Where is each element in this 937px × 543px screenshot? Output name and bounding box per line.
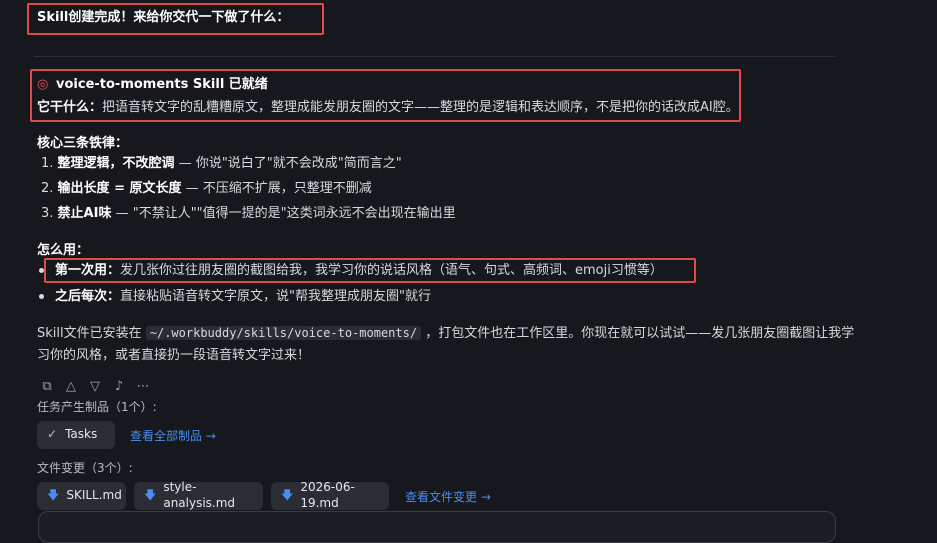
rule-text: — 你说"说白了"就不会改成"简而言之": [174, 156, 402, 171]
rule-number: 3.: [41, 206, 54, 221]
rule-text: — 不压缩不扩展，只整理不删减: [181, 181, 372, 196]
check-circle-icon: ✓: [47, 427, 58, 442]
rule-text: — "不禁让人""值得一提的是"这类词永远不会出现在输出里: [111, 206, 456, 221]
completion-message: Skill创建完成！来给你交代一下做了什么：: [37, 10, 290, 25]
howto-label: 之后每次：: [55, 289, 121, 304]
view-all-artifacts-link[interactable]: 查看全部制品 →: [130, 429, 216, 445]
more-icon[interactable]: ⋯: [136, 379, 150, 396]
download-icon: 🡇: [144, 488, 157, 503]
skill-title: voice-to-moments Skill 已就绪: [56, 77, 268, 92]
howto-text: 发几张你过往朋友圈的截图给我，我学习你的说话风格（语气、句式、高频词、emoji…: [120, 263, 663, 278]
bullet: [39, 268, 44, 273]
rule-item: 3. 禁止AI味 — "不禁让人""值得一提的是"这类词永远不会出现在输出里: [41, 206, 456, 223]
files-label: 文件变更（3个）:: [37, 461, 133, 475]
howto-item-after: 之后每次：直接粘贴语音转文字原文，说"帮我整理成朋友圈"就行: [55, 289, 431, 306]
file-chip[interactable]: 🡇 2026-06-19.md: [271, 480, 389, 510]
install-path: ~/.workbuddy/skills/voice-to-moments/: [145, 326, 422, 340]
thumbs-down-icon[interactable]: ▽: [88, 379, 102, 396]
speaker-icon[interactable]: ♪: [112, 379, 126, 396]
file-name: style-analysis.md: [163, 480, 236, 510]
description-label: 它干什么：: [37, 100, 103, 115]
rules-heading: 核心三条铁律：: [37, 136, 129, 151]
divider: [34, 56, 836, 57]
rule-item: 1. 整理逻辑，不改腔调 — 你说"说白了"就不会改成"简而言之": [41, 156, 402, 173]
file-name: SKILL.md: [66, 488, 122, 503]
download-icon: 🡇: [281, 488, 294, 503]
rule-number: 2.: [41, 181, 54, 196]
target-icon: ◎: [37, 77, 49, 92]
rule-title: 整理逻辑，不改腔调: [57, 156, 175, 171]
rule-title: 禁止AI味: [57, 206, 112, 221]
description-text: 把语音转文字的乱糟糟原文，整理成能发朋友圈的文字——整理的是逻辑和表达顺序，不是…: [102, 100, 739, 115]
chat-input-bar[interactable]: [38, 511, 836, 543]
rule-number: 1.: [41, 156, 54, 171]
file-chip[interactable]: 🡇 SKILL.md: [37, 482, 126, 510]
howto-item-first: 第一次用：发几张你过往朋友圈的截图给我，我学习你的说话风格（语气、句式、高频词、…: [55, 263, 663, 280]
download-icon: 🡇: [47, 488, 60, 503]
howto-label: 第一次用：: [55, 263, 121, 278]
bullet: [39, 294, 44, 299]
copy-icon[interactable]: ⧉: [40, 379, 54, 396]
artifacts-label: 任务产生制品（1个）:: [37, 400, 157, 414]
tasks-button[interactable]: ✓ Tasks: [37, 421, 115, 449]
skill-description: 它干什么：把语音转文字的乱糟糟原文，整理成能发朋友圈的文字——整理的是逻辑和表达…: [37, 100, 739, 117]
file-chip[interactable]: 🡇 style-analysis.md: [134, 480, 263, 510]
howto-text: 直接粘贴语音转文字原文，说"帮我整理成朋友圈"就行: [120, 289, 431, 304]
message-actions: ⧉ △ ▽ ♪ ⋯: [40, 379, 150, 396]
install-prefix: Skill文件已安装在: [37, 326, 146, 341]
thumbs-up-icon[interactable]: △: [64, 379, 78, 396]
rule-item: 2. 输出长度 = 原文长度 — 不压缩不扩展，只整理不删减: [41, 181, 372, 198]
file-name: 2026-06-19.md: [300, 480, 355, 510]
install-suffix: ，打包文件也在工作区里。你现在就可以试试——发几张朋友圈截图让我学: [421, 326, 855, 341]
view-file-changes-link[interactable]: 查看文件变更 →: [405, 490, 491, 506]
install-line-2: 习你的风格，或者直接扔一段语音转文字过来！: [37, 348, 311, 363]
rule-title: 输出长度 = 原文长度: [57, 181, 182, 196]
install-line-1: Skill文件已安装在 ~/.workbuddy/skills/voice-to…: [37, 326, 854, 343]
tasks-label: Tasks: [65, 427, 98, 442]
